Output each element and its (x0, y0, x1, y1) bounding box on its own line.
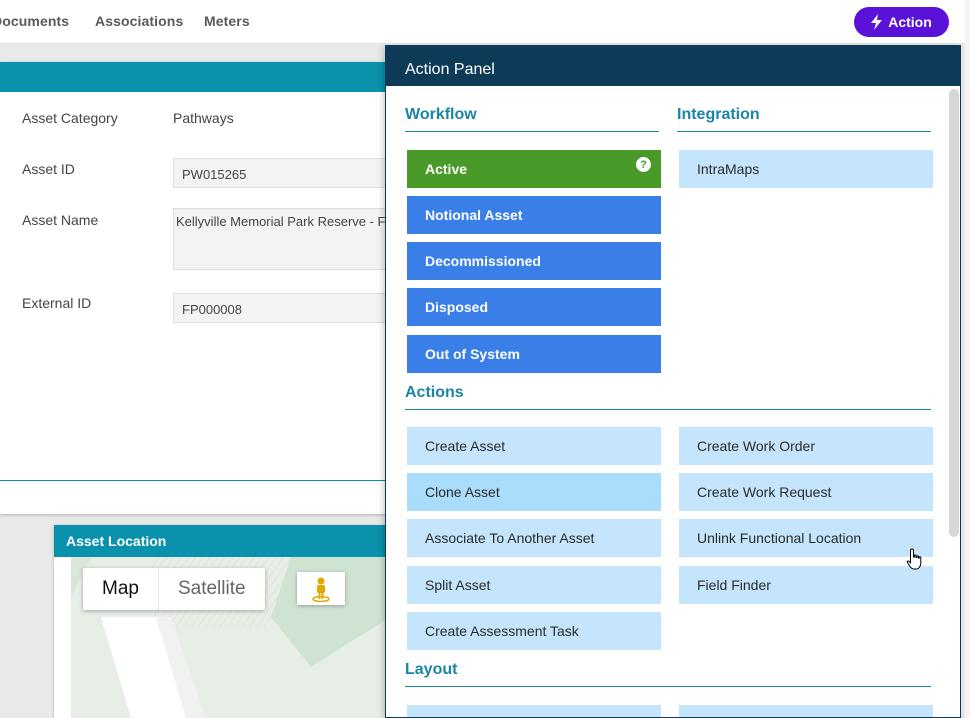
asset-category-label: Asset Category (22, 110, 118, 126)
split-asset-button[interactable]: Split Asset (407, 566, 661, 604)
asset-id-label: Asset ID (22, 161, 75, 177)
asset-category-value: Pathways (173, 110, 234, 126)
action-panel: Action Panel Workflow Active ? Notional … (385, 45, 961, 718)
window-edge (965, 0, 970, 718)
tab-meters[interactable]: Meters (204, 13, 250, 29)
asset-name-label: Asset Name (22, 212, 99, 228)
actions-divider (405, 409, 931, 410)
asset-location-card: Asset Location Map Satellite (54, 525, 390, 718)
external-id-label: External ID (22, 295, 92, 311)
field-finder-button[interactable]: Field Finder (679, 566, 933, 604)
workflow-active-button[interactable]: Active ? (407, 150, 661, 188)
workflow-active-label: Active (425, 161, 468, 177)
map-type-map-button[interactable]: Map (83, 568, 158, 610)
workflow-disposed-button[interactable]: Disposed (407, 288, 661, 326)
top-nav-bar: Documents Associations Meters Action (0, 0, 970, 44)
workflow-divider (405, 131, 659, 132)
hand-pointer-cursor-icon (906, 548, 922, 570)
integration-intramaps-button[interactable]: IntraMaps (679, 150, 933, 188)
asset-location-title: Asset Location (54, 525, 390, 557)
asset-card-header (0, 62, 390, 92)
map-type-toggle: Map Satellite (83, 568, 265, 610)
lightning-bolt-icon (871, 14, 883, 30)
create-asset-button[interactable]: Create Asset (407, 427, 661, 465)
pegman-figure-icon (312, 577, 330, 602)
map-view[interactable]: Map Satellite (71, 557, 390, 718)
create-work-order-button[interactable]: Create Work Order (679, 427, 933, 465)
asset-id-field[interactable]: PW015265 (173, 158, 390, 188)
action-button-label: Action (888, 14, 932, 30)
actions-section-title: Actions (405, 384, 464, 401)
tab-associations[interactable]: Associations (95, 13, 183, 29)
panel-scrollbar[interactable] (949, 89, 959, 537)
layout-button-right[interactable] (679, 705, 933, 717)
action-button[interactable]: Action (854, 7, 949, 37)
asset-name-field[interactable]: Kellyville Memorial Park Reserve - F (173, 208, 390, 270)
asset-details-card: Asset Category Pathways Asset ID PW01526… (0, 62, 390, 514)
clone-asset-button[interactable]: Clone Asset (407, 473, 661, 511)
card-divider (0, 480, 390, 481)
layout-divider (405, 686, 931, 687)
map-type-satellite-button[interactable]: Satellite (157, 568, 265, 610)
street-view-pegman-icon[interactable] (297, 572, 345, 605)
action-panel-title: Action Panel (386, 46, 960, 86)
external-id-field[interactable]: FP000008 (173, 293, 390, 323)
layout-section-title: Layout (405, 661, 458, 678)
create-assessment-task-button[interactable]: Create Assessment Task (407, 612, 661, 650)
create-work-request-button[interactable]: Create Work Request (679, 473, 933, 511)
integration-divider (677, 131, 931, 132)
unlink-functional-location-button[interactable]: Unlink Functional Location (679, 519, 933, 557)
workflow-notional-asset-button[interactable]: Notional Asset (407, 196, 661, 234)
tab-documents[interactable]: Documents (0, 13, 69, 29)
workflow-section-title: Workflow (405, 106, 477, 123)
layout-button-left[interactable] (407, 705, 661, 717)
workflow-out-of-system-button[interactable]: Out of System (407, 335, 661, 373)
associate-to-another-asset-button[interactable]: Associate To Another Asset (407, 519, 661, 557)
integration-section-title: Integration (677, 106, 760, 123)
help-question-icon[interactable]: ? (636, 157, 651, 172)
workflow-decommissioned-button[interactable]: Decommissioned (407, 242, 661, 280)
